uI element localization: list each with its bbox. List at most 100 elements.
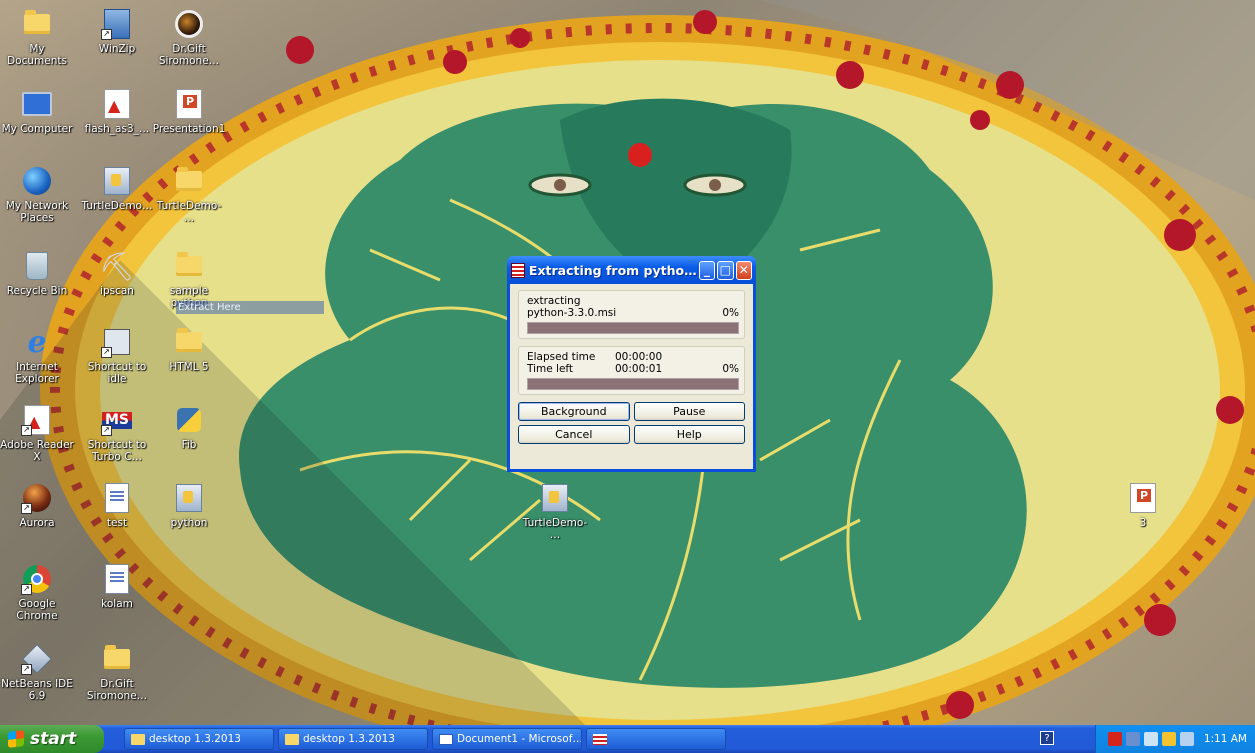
taskbar-button-explorer-2[interactable]: desktop 1.3.2013 [278,728,428,750]
desktop-icon-turtledemo-3[interactable]: TurtleDemo-… [518,482,592,541]
desktop-icon-turtledemo-1[interactable]: TurtleDemo… [80,165,154,212]
desktop-icon-internet-explorer[interactable]: e Internet Explorer [0,325,74,386]
cancel-button[interactable]: Cancel [518,425,630,444]
system-tray: 1:11 AM [1095,725,1255,753]
desktop-icon-test[interactable]: test [80,482,154,529]
close-icon: ✕ [738,263,749,277]
pickaxe-icon: ⛏ [99,249,135,283]
desktop-icon-netbeans[interactable]: ↗ NetBeans IDE 6.9 [0,643,74,702]
file-progress-group: extracting python-3.3.0.msi 0% [518,290,745,339]
desktop-icon-label: 3 [1139,517,1147,529]
taskbar-button-label: desktop 1.3.2013 [149,733,241,745]
desktop-icon-label: Adobe Reader X [0,439,74,463]
folder-icon [173,326,205,358]
desktop-icon-adobe-reader[interactable]: ↗ Adobe Reader X [0,404,74,463]
file-progress-bar [527,322,739,334]
desktop-icon-winzip[interactable]: ↗ WinZip [80,8,154,55]
desktop-icon-label: Recycle Bin [6,285,68,297]
taskbar-button-explorer-1[interactable]: desktop 1.3.2013 [124,728,274,750]
display-tray-icon[interactable] [1179,732,1194,746]
shield-tray-icon[interactable] [1161,732,1176,746]
desktop-icon-shortcut-idle[interactable]: ↗ Shortcut to idle [80,326,154,385]
network-globe-icon [21,165,53,197]
minimize-button[interactable]: _ [698,260,716,280]
taskbar-button-word[interactable]: Document1 - Microsof… [432,728,582,750]
status-label: extracting [527,295,581,307]
total-progress-group: Elapsed time 00:00:00 Time left 00:00:01 0… [518,346,745,395]
desktop-icon-google-chrome[interactable]: ↗ Google Chrome [0,563,74,622]
desktop-icon-my-computer[interactable]: My Computer [0,88,74,135]
desktop-icon-label: WinZip [98,43,136,55]
clock: 1:11 AM [1203,733,1247,745]
folder-icon [173,250,205,282]
desktop-icon-label: TurtleDemo… [81,200,153,212]
word-document-icon [101,482,133,514]
taskbar-button-winrar[interactable] [586,728,726,750]
desktop-icon-label: Shortcut to Turbo C… [87,439,147,463]
help-button[interactable]: Help [633,425,745,444]
start-button[interactable]: start [0,725,104,753]
word-icon [439,733,453,745]
idle-icon: ↗ [101,326,133,358]
network-tray-icon[interactable] [1125,732,1140,746]
desktop-icon-label: TurtleDemo-… [522,517,588,541]
powerpoint-icon [173,88,205,120]
extract-dialog: Extracting from pytho… _ □ ✕ extracting … [507,256,756,472]
desktop-icon-label: Fib [181,439,197,451]
desktop-icon-label: Aurora [19,517,55,529]
desktop-icon-label: Google Chrome [16,598,58,622]
background-button[interactable]: Background [518,402,630,421]
desktop-icon-ipscan[interactable]: ⛏ ipscan [80,249,154,298]
desktop-icon-recycle-bin[interactable]: Recycle Bin [0,250,74,297]
dialog-title: Extracting from pytho… [528,262,697,278]
image-file-icon [1127,482,1159,514]
desktop-icon-html5[interactable]: HTML 5 [152,326,226,373]
folder-icon [21,8,53,40]
desktop-icon-fib[interactable]: Fib [152,404,226,451]
winzip-icon: ↗ [101,8,133,40]
media-file-icon [173,8,205,40]
desktop-icon-label: My Computer [1,123,73,135]
desktop-icon-label: flash_as3_… [84,123,150,135]
monitor-tray-icon[interactable] [1143,732,1158,746]
desktop-icon-dr-gift-1[interactable]: Dr.Gift Siromone… [152,8,226,67]
desktop-icon-flash-as3[interactable]: flash_as3_… [80,88,154,135]
desktop-icon-label: python [170,517,208,529]
maximize-icon: □ [719,263,731,277]
time-left-value: 00:00:01 [615,363,663,375]
time-left-label: Time left [527,363,574,375]
adobe-tray-icon[interactable] [1107,732,1122,746]
taskbar-button-label: desktop 1.3.2013 [303,733,395,745]
maximize-button[interactable]: □ [717,260,734,280]
close-button[interactable]: ✕ [735,260,752,280]
desktop-icon-my-documents[interactable]: My Documents [0,8,74,67]
desktop-icon-label: HTML 5 [169,361,209,373]
desktop-icon-3[interactable]: 3 [1106,482,1180,529]
drag-extract-here-label: Extract Here [176,301,324,314]
taskbar: start desktop 1.3.2013 desktop 1.3.2013 … [0,725,1255,753]
desktop-icon-python[interactable]: python [152,482,226,529]
winrar-icon [511,262,525,278]
desktop-icon-shortcut-turbo-c[interactable]: MS ↗ Shortcut to Turbo C… [80,404,154,463]
desktop-icon-label: Presentation1 [152,123,226,135]
desktop-icon-turtledemo-2[interactable]: TurtleDemo-… [152,165,226,224]
desktop-icon-label: Dr.Gift Siromone… [86,678,148,702]
dialog-titlebar[interactable]: Extracting from pytho… _ □ ✕ [507,256,756,284]
folder-icon [285,733,299,745]
ms-dos-icon: MS ↗ [101,404,133,436]
desktop-icon-my-network-places[interactable]: My Network Places [0,165,74,224]
windows-flag-icon [8,730,24,748]
file-name: python-3.3.0.msi [527,307,617,319]
desktop-icon-label: kolam [101,598,133,610]
netbeans-cube-icon: ↗ [21,643,53,675]
pause-button[interactable]: Pause [633,402,745,421]
desktop-icon-label: TurtleDemo-… [156,200,222,224]
help-tray-icon[interactable]: ? [1040,731,1054,745]
desktop-icon-presentation1[interactable]: Presentation1 [152,88,226,135]
desktop-icon-kolam[interactable]: kolam [80,563,154,610]
total-progress-percent: 0% [722,363,739,375]
desktop-icon-aurora[interactable]: ↗ Aurora [0,482,74,529]
turtle-demo-icon [101,165,133,197]
taskbar-button-label: Document1 - Microsof… [457,733,582,745]
desktop-icon-dr-gift-2[interactable]: Dr.Gift Siromone… [80,643,154,702]
